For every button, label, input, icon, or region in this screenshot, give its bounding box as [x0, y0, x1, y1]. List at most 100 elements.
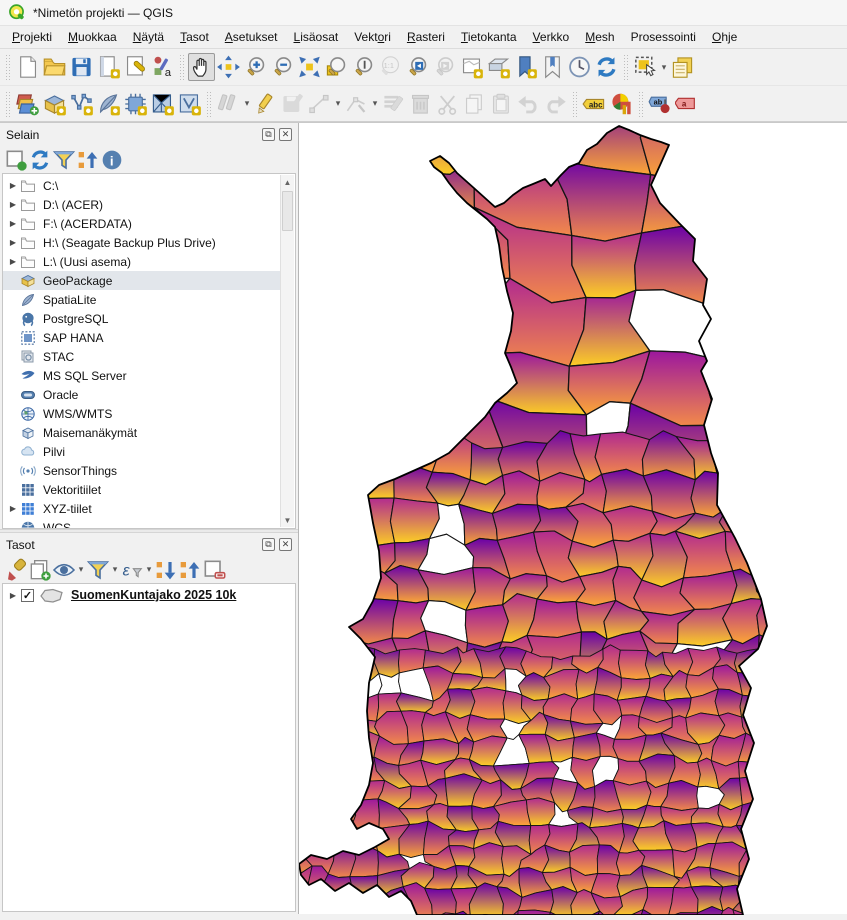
new-spatialite-layer-button[interactable]: [95, 90, 122, 118]
new-geopackage-layer-button[interactable]: [41, 90, 68, 118]
expand-icon[interactable]: ▶: [7, 257, 19, 266]
filter-legend-dropdown-icon[interactable]: ▾: [110, 564, 120, 575]
current-edits-dropdown-icon[interactable]: ▾: [242, 98, 252, 109]
open-layer-styling-button[interactable]: [4, 558, 28, 582]
browser-item-geopackage[interactable]: GeoPackage: [3, 271, 280, 290]
layer-item[interactable]: ▶✓SuomenKuntajako 2025 10k: [3, 584, 295, 606]
browser-item-h-seagate-backup-plus-drive[interactable]: ▶H:\ (Seagate Backup Plus Drive): [3, 233, 280, 252]
new-shapefile-layer-button[interactable]: [68, 90, 95, 118]
label-highlight-button[interactable]: a: [674, 90, 701, 118]
open-project-button[interactable]: [41, 53, 68, 81]
expand-icon[interactable]: ▶: [7, 238, 19, 247]
zoom-to-layer-button[interactable]: [350, 53, 377, 81]
scroll-down-icon[interactable]: ▼: [281, 513, 294, 527]
new-mesh-layer-button[interactable]: [149, 90, 176, 118]
layer-labeling-button[interactable]: abc: [581, 90, 608, 118]
remove-layer-button[interactable]: [202, 558, 226, 582]
select-features-dropdown-icon[interactable]: ▾: [659, 62, 669, 73]
collapse-all-layers-button[interactable]: [178, 558, 202, 582]
pan-to-selection-button[interactable]: [215, 53, 242, 81]
digitize-tool-dropdown-icon[interactable]: ▾: [333, 98, 343, 109]
refresh-browser-button[interactable]: [28, 148, 52, 172]
label-pin-button[interactable]: ab: [647, 90, 674, 118]
menu-tietokanta[interactable]: Tietokanta: [453, 27, 525, 47]
menu-rasteri[interactable]: Rasteri: [399, 27, 453, 47]
browser-item-vektoritiilet[interactable]: Vektoritiilet: [3, 480, 280, 499]
zoom-out-button[interactable]: [269, 53, 296, 81]
zoom-last-button[interactable]: [404, 53, 431, 81]
layer-visibility-checkbox[interactable]: ✓: [21, 589, 34, 602]
menu-verkko[interactable]: Verkko: [525, 27, 578, 47]
browser-item-spatialite[interactable]: SpatiaLite: [3, 290, 280, 309]
new-temporary-scratch-layer-button[interactable]: [122, 90, 149, 118]
browser-item-d-acer[interactable]: ▶D:\ (ACER): [3, 195, 280, 214]
browser-item-f-acerdata[interactable]: ▶F:\ (ACERDATA): [3, 214, 280, 233]
zoom-full-extent-button[interactable]: [296, 53, 323, 81]
browser-properties-button[interactable]: i: [100, 148, 124, 172]
expand-icon[interactable]: ▶: [7, 591, 19, 600]
browser-item-l-uusi-asema[interactable]: ▶L:\ (Uusi asema): [3, 252, 280, 271]
zoom-in-button[interactable]: [242, 53, 269, 81]
browser-item-ms-sql-server[interactable]: MS SQL Server: [3, 366, 280, 385]
add-group-button[interactable]: [28, 558, 52, 582]
zoom-to-selection-button[interactable]: [323, 53, 350, 81]
show-spatial-bookmarks-button[interactable]: [539, 53, 566, 81]
manage-map-themes-dropdown-icon[interactable]: ▾: [76, 564, 86, 575]
browser-item-c[interactable]: ▶C:\: [3, 176, 280, 195]
new-3d-map-view-button[interactable]: [485, 53, 512, 81]
layer-diagram-button[interactable]: [608, 90, 635, 118]
browser-item-xyz-tiilet[interactable]: ▶XYZ-tiilet: [3, 499, 280, 518]
layers-close-button[interactable]: ✕: [279, 538, 292, 551]
browser-item-maiseman-kym-t[interactable]: Maisemanäkymät: [3, 423, 280, 442]
toggle-editing-button[interactable]: [252, 90, 279, 118]
menu-muokkaa[interactable]: Muokkaa: [60, 27, 125, 47]
browser-float-button[interactable]: ⧉: [262, 128, 275, 141]
manage-map-themes-button[interactable]: [52, 558, 76, 582]
browser-item-oracle[interactable]: Oracle: [3, 385, 280, 404]
scroll-up-icon[interactable]: ▲: [281, 175, 294, 189]
menu-mesh[interactable]: Mesh: [577, 27, 622, 47]
show-layout-manager-button[interactable]: [122, 53, 149, 81]
collapse-all-browser-button[interactable]: [76, 148, 100, 172]
filter-browser-button[interactable]: [52, 148, 76, 172]
vertex-tool-dropdown-icon[interactable]: ▾: [370, 98, 380, 109]
expand-icon[interactable]: ▶: [7, 200, 19, 209]
save-project-button[interactable]: [68, 53, 95, 81]
filter-legend-button[interactable]: [86, 558, 110, 582]
new-spatial-bookmark-button[interactable]: [512, 53, 539, 81]
browser-item-wcs[interactable]: WCS: [3, 518, 280, 528]
browser-item-sensorthings[interactable]: SensorThings: [3, 461, 280, 480]
browser-item-wms-wmts[interactable]: WMS/WMTS: [3, 404, 280, 423]
add-selected-layers-button[interactable]: [4, 148, 28, 172]
menu-tasot[interactable]: Tasot: [172, 27, 217, 47]
menu-prosessointi[interactable]: Prosessointi: [623, 27, 704, 47]
menu-ohje[interactable]: Ohje: [704, 27, 745, 47]
new-print-layout-button[interactable]: [95, 53, 122, 81]
temporal-controller-button[interactable]: [566, 53, 593, 81]
expand-icon[interactable]: ▶: [7, 181, 19, 190]
menu-n-yt-[interactable]: Näytä: [125, 27, 172, 47]
filter-by-expression-dropdown-icon[interactable]: ▾: [144, 564, 154, 575]
new-map-view-button[interactable]: [458, 53, 485, 81]
select-features-button[interactable]: [632, 53, 659, 81]
style-manager-button[interactable]: a: [149, 53, 176, 81]
new-project-button[interactable]: [14, 53, 41, 81]
menu-projekti[interactable]: Projekti: [4, 27, 60, 47]
browser-item-postgresql[interactable]: PostgreSQL: [3, 309, 280, 328]
map-canvas[interactable]: [299, 123, 847, 914]
layers-float-button[interactable]: ⧉: [262, 538, 275, 551]
map-finland-municipalities[interactable]: [299, 123, 846, 915]
expand-icon[interactable]: ▶: [7, 219, 19, 228]
browser-scrollbar[interactable]: ▲ ▼: [280, 175, 294, 527]
filter-by-expression-button[interactable]: ε: [120, 558, 144, 582]
scrollbar-thumb[interactable]: [282, 191, 293, 231]
menu-vektori[interactable]: Vektori: [346, 27, 399, 47]
menu-asetukset[interactable]: Asetukset: [217, 27, 286, 47]
open-attribute-table-button[interactable]: [669, 53, 696, 81]
refresh-map-button[interactable]: [593, 53, 620, 81]
browser-item-sap-hana[interactable]: SAP HANA: [3, 328, 280, 347]
browser-close-button[interactable]: ✕: [279, 128, 292, 141]
expand-all-layers-button[interactable]: [154, 558, 178, 582]
browser-item-stac[interactable]: STAC: [3, 347, 280, 366]
browser-item-pilvi[interactable]: Pilvi: [3, 442, 280, 461]
